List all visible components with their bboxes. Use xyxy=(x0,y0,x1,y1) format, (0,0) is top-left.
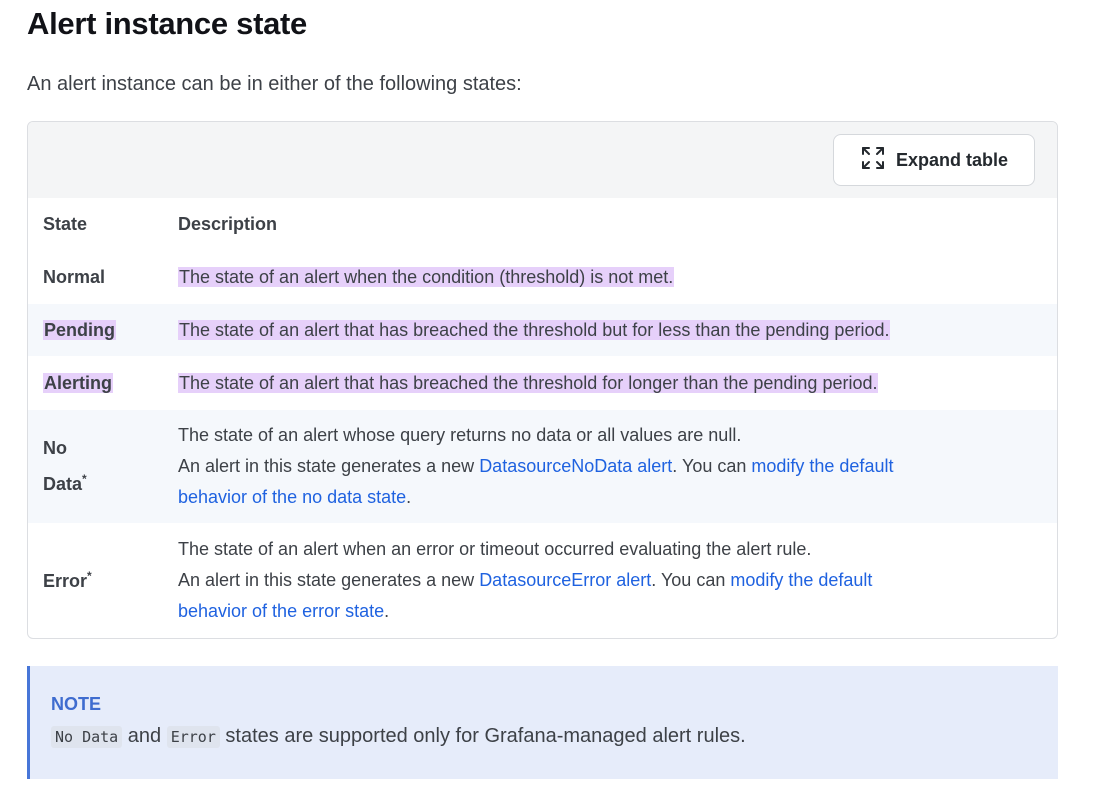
state-footnote-marker: * xyxy=(87,568,92,583)
state-detail-cont: behavior of the error state. xyxy=(178,596,1057,627)
note-body: states are supported only for Grafana-ma… xyxy=(219,725,746,747)
table-row: No Data* The state of an alert whose que… xyxy=(28,410,1057,523)
detail-prefix: An alert in this state generates a new xyxy=(178,456,480,476)
state-description: The state of an alert that has breached … xyxy=(178,372,879,393)
detail-mid: . You can xyxy=(651,569,731,590)
state-name: Pending xyxy=(43,319,116,340)
detail-suffix: . xyxy=(406,487,412,507)
note-text: No Data and Error states are supported o… xyxy=(51,725,746,748)
state-detail: An alert in this state generates a new D… xyxy=(178,565,1057,596)
modify-error-behavior-link-cont[interactable]: behavior of the error state xyxy=(178,601,384,621)
table-row: Normal The state of an alert when the co… xyxy=(28,250,1057,304)
expand-table-label: Expand table xyxy=(895,149,1009,170)
description-cell: The state of an alert when an error or t… xyxy=(178,523,1057,637)
page: Alert instance state An alert instance c… xyxy=(0,0,1100,798)
state-description: The state of an alert when an error or t… xyxy=(178,538,812,559)
state-name: Error xyxy=(43,570,88,591)
expand-table-button[interactable]: Expand table xyxy=(833,134,1035,186)
table-row: Error* The state of an alert when an err… xyxy=(28,523,1057,637)
section-intro: An alert instance can be in either of th… xyxy=(27,73,522,95)
state-cell: Normal xyxy=(28,250,178,304)
table-header-row: State Description xyxy=(28,198,1057,250)
modify-nodata-behavior-link-cont[interactable]: behavior of the no data state xyxy=(178,487,406,507)
expand-icon xyxy=(860,145,886,176)
note-callout: NOTE No Data and Error states are suppor… xyxy=(27,666,1058,779)
state-description: The state of an alert that has breached … xyxy=(178,319,891,340)
column-header-description: Description xyxy=(178,213,278,234)
description-cell: The state of an alert that has breached … xyxy=(178,356,1057,410)
detail-prefix: An alert in this state generates a new xyxy=(178,569,480,590)
modify-error-behavior-link[interactable]: modify the default xyxy=(730,570,872,590)
state-detail-cont: behavior of the no data state. xyxy=(178,482,1057,513)
state-name-cont: Data* xyxy=(43,464,178,500)
states-table-container: Expand table State Description Normal Th… xyxy=(27,121,1058,639)
note-code-error: Error xyxy=(166,726,220,748)
table-row: Alerting The state of an alert that has … xyxy=(28,356,1057,410)
note-code-no-data: No Data xyxy=(51,726,123,748)
state-cell: Alerting xyxy=(28,356,178,410)
state-name: Alerting xyxy=(43,372,114,393)
states-table: State Description Normal The state of an… xyxy=(28,198,1057,637)
note-and: and xyxy=(122,725,167,747)
state-detail: An alert in this state generates a new D… xyxy=(178,451,1057,482)
state-cell: Error* xyxy=(28,523,178,637)
description-cell: The state of an alert when the condition… xyxy=(178,250,1057,304)
detail-suffix: . xyxy=(384,600,390,621)
datasource-nodata-alert-link[interactable]: DatasourceNoData alert xyxy=(479,456,672,476)
detail-mid: . You can xyxy=(672,456,752,476)
state-name-line2: Data xyxy=(43,474,83,494)
table-toolbar: Expand table xyxy=(28,122,1057,198)
state-name: Normal xyxy=(43,266,106,287)
state-cell: Pending xyxy=(28,304,178,356)
note-label: NOTE xyxy=(51,694,102,714)
state-footnote-marker: * xyxy=(82,472,87,486)
description-cell: The state of an alert that has breached … xyxy=(178,304,1057,356)
column-header-state: State xyxy=(43,213,88,234)
datasource-error-alert-link[interactable]: DatasourceError alert xyxy=(479,570,651,590)
state-name: No xyxy=(43,438,67,458)
state-cell: No Data* xyxy=(28,410,178,523)
modify-nodata-behavior-link[interactable]: modify the default xyxy=(751,456,893,476)
description-cell: The state of an alert whose query return… xyxy=(178,410,1057,523)
section-title: Alert instance state xyxy=(27,6,307,41)
table-row: Pending The state of an alert that has b… xyxy=(28,304,1057,356)
state-description: The state of an alert when the condition… xyxy=(178,266,675,287)
state-description: The state of an alert whose query return… xyxy=(178,425,742,445)
